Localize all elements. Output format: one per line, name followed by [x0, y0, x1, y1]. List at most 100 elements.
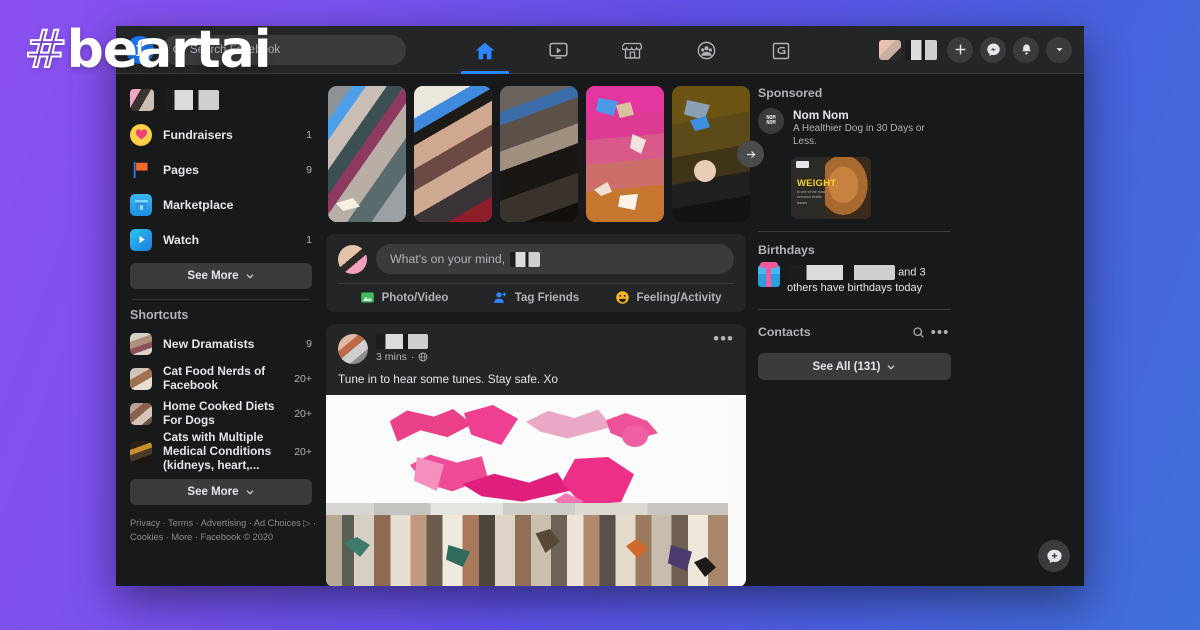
chevron-down-icon — [888, 365, 895, 370]
shortcut-label: Cats with Multiple Medical Conditions (k… — [163, 430, 272, 472]
flag-icon — [130, 158, 152, 181]
contacts-search-button[interactable] — [907, 321, 929, 343]
ellipsis-icon: ••• — [930, 323, 950, 341]
censored-profile-avatar — [879, 39, 901, 60]
groups-icon — [697, 41, 716, 60]
censored-profile-name — [905, 39, 937, 60]
story-card[interactable] — [500, 86, 578, 222]
shortcut-label: Cat Food Nerds of Facebook — [163, 363, 266, 392]
composer-action-label: Photo/Video — [381, 291, 449, 304]
search-input[interactable]: Search Facebook — [162, 34, 406, 65]
birthdays-row[interactable]: and 3 others have birthdays today — [758, 262, 951, 297]
post-timestamp: 3 mins · — [376, 351, 705, 363]
new-message-button[interactable] — [1038, 540, 1070, 572]
footer-line-2[interactable]: Cookies · More · Facebook © 2020 — [130, 530, 320, 544]
sidebar-item-fundraisers[interactable]: Fundraisers 1 — [122, 117, 320, 152]
facebook-logo-icon[interactable]: f — [126, 35, 154, 64]
shortcuts-see-more-button[interactable]: See More — [130, 479, 312, 505]
watermark-hash: # — [23, 20, 69, 80]
right-rail: Sponsored NOM NOM Nom Nom A Healthier Do… — [746, 74, 961, 586]
tag-friends-icon — [494, 292, 506, 303]
shortcut-thumbnail — [130, 402, 152, 425]
sidebar-item-label: Fundraisers — [163, 127, 233, 142]
birthdays-text: and 3 others have birthdays today — [787, 265, 951, 297]
ad-image[interactable]: WEIGHT is one of the most common health … — [791, 157, 871, 219]
shortcut-thumbnail — [130, 332, 152, 355]
shortcut-item-new-dramatists[interactable]: New Dramatists 9 — [122, 326, 320, 361]
tab-watch[interactable] — [522, 28, 596, 74]
store-icon — [130, 193, 152, 216]
notifications-button[interactable] — [1013, 36, 1039, 63]
search-icon — [912, 327, 924, 338]
sponsored-ad[interactable]: NOM NOM Nom Nom A Healthier Dog in 30 Da… — [758, 108, 951, 148]
stories-next-button[interactable] — [737, 140, 764, 168]
sidebar-item-profile[interactable] — [122, 82, 320, 117]
topbar-actions — [859, 36, 1084, 63]
shortcut-item-cats-medical[interactable]: Cats with Multiple Medical Conditions (k… — [122, 430, 320, 473]
shortcut-item-cat-food-nerds[interactable]: Cat Food Nerds of Facebook 20+ — [122, 361, 320, 396]
censored-sidebar-name — [165, 89, 219, 110]
arrow-right-icon — [746, 150, 755, 158]
composer-action-label: Tag Friends — [514, 291, 580, 304]
shortcuts-header: Shortcuts — [130, 308, 189, 322]
post-avatar[interactable] — [338, 334, 368, 364]
plus-icon — [955, 44, 965, 55]
left-sidebar: Fundraisers 1 Pages 9 Marketplace Watch … — [116, 74, 326, 586]
top-navigation-bar: f Search Facebook — [116, 26, 1084, 74]
globe-icon — [419, 352, 428, 362]
chevron-down-icon — [246, 490, 253, 495]
photo-video-icon — [360, 292, 374, 303]
shortcut-badge: 20+ — [294, 372, 312, 385]
ad-title: Nom Nom — [793, 108, 849, 122]
ad-subtitle: A Healthier Dog in 30 Days or Less. — [793, 123, 925, 147]
shortcut-item-home-cooked-diets[interactable]: Home Cooked Diets For Dogs 20+ — [122, 396, 320, 431]
sidebar-item-pages[interactable]: Pages 9 — [122, 152, 320, 187]
composer-placeholder-text: What's on your mind, — [390, 252, 506, 266]
story-card[interactable] — [586, 86, 664, 222]
messenger-button[interactable] — [980, 36, 1006, 63]
post-menu-button[interactable]: ••• — [713, 330, 734, 347]
composer-tag-friends-button[interactable]: Tag Friends — [470, 290, 602, 305]
post-separator: · — [410, 351, 415, 363]
tab-marketplace[interactable] — [596, 28, 670, 74]
sidebar-see-more-button[interactable]: See More — [130, 263, 312, 289]
account-menu-button[interactable] — [1046, 36, 1072, 63]
bell-icon — [1021, 44, 1031, 55]
new-message-icon — [1046, 549, 1062, 563]
tab-home[interactable] — [448, 28, 522, 74]
sidebar-item-watch[interactable]: Watch 1 — [122, 222, 320, 257]
post-image[interactable] — [326, 395, 746, 586]
composer-feeling-activity-button[interactable]: Feeling/Activity — [602, 290, 734, 305]
ad-image-headline: WEIGHT — [797, 178, 837, 189]
create-button[interactable] — [947, 36, 973, 63]
sidebar-item-marketplace[interactable]: Marketplace — [122, 187, 320, 222]
composer-photo-video-button[interactable]: Photo/Video — [338, 290, 470, 305]
tab-groups[interactable] — [670, 28, 744, 74]
contacts-see-all-button[interactable]: See All (131) — [758, 353, 951, 381]
post-header: 3 mins · ••• — [326, 330, 746, 364]
ad-logo-line2: NOM — [766, 120, 776, 126]
see-all-label: See All (131) — [812, 360, 881, 373]
main-content: Fundraisers 1 Pages 9 Marketplace Watch … — [116, 74, 1084, 586]
story-card[interactable] — [328, 86, 406, 222]
composer-top-row: What's on your mind, — [338, 244, 734, 274]
composer-avatar[interactable] — [338, 244, 367, 274]
gift-icon — [758, 262, 780, 287]
tab-gaming[interactable] — [744, 28, 818, 74]
censored-composer-name — [510, 251, 541, 267]
story-card[interactable] — [414, 86, 492, 222]
sidebar-item-badge: 1 — [306, 128, 312, 141]
feeling-activity-icon — [615, 291, 629, 304]
composer-input[interactable]: What's on your mind, — [376, 244, 734, 274]
profile-chip[interactable] — [879, 39, 937, 60]
search-placeholder-text: Search Facebook — [190, 43, 281, 56]
shortcut-label: New Dramatists — [163, 336, 255, 351]
sponsored-title: Sponsored — [758, 86, 823, 100]
birthdays-title: Birthdays — [758, 243, 815, 257]
sidebar-divider — [132, 299, 310, 300]
footer-line-1[interactable]: Privacy · Terms · Advertising · Ad Choic… — [130, 516, 320, 530]
sidebar-item-label: Marketplace — [163, 197, 234, 212]
contacts-menu-button[interactable]: ••• — [929, 321, 951, 343]
stories-tray — [326, 86, 764, 222]
store-icon — [622, 42, 643, 59]
